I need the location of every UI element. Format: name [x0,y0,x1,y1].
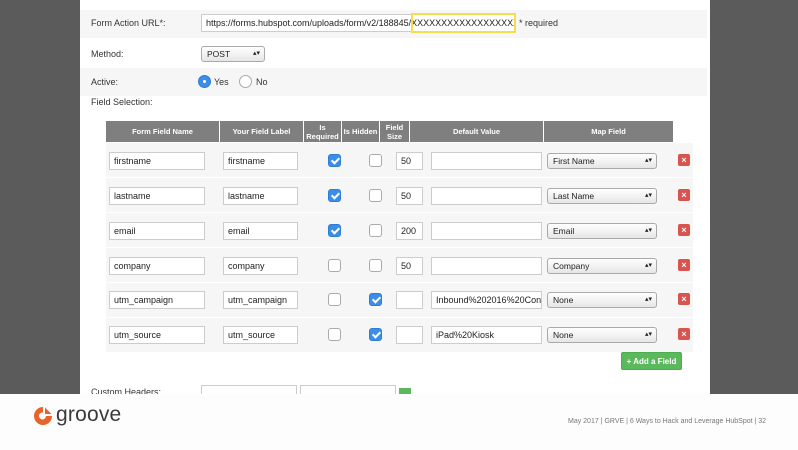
form-field-name-input[interactable]: utm_source [109,326,205,344]
method-select[interactable]: POST ▴▾ [201,46,265,62]
default-value-input[interactable] [431,257,542,275]
field-size-input[interactable]: 50 [396,187,423,205]
default-value-input[interactable]: Inbound%202016%20Conf [431,291,542,309]
groove-logo-text: groove [56,403,122,426]
header-default-value: Default Value [410,121,544,142]
default-value-input[interactable] [431,152,542,170]
is-required-checkbox[interactable] [328,259,341,272]
is-required-checkbox[interactable] [328,189,341,202]
delete-row-button[interactable]: × [678,328,690,340]
header-is-hidden: Is Hidden [342,121,380,142]
select-arrows-icon: ▴▾ [644,262,652,269]
form-field-name-input[interactable]: email [109,222,205,240]
header-is-required: Is Required [304,121,342,142]
map-field-select[interactable]: Last Name ▴▾ [547,188,657,204]
url-highlight-box [411,13,516,33]
field-label-input[interactable]: company [223,257,298,275]
is-required-checkbox[interactable] [328,328,341,341]
method-value: POST [207,49,231,59]
map-field-select[interactable]: None ▴▾ [547,292,657,308]
map-field-select[interactable]: Email ▴▾ [547,223,657,239]
is-hidden-checkbox[interactable] [369,259,382,272]
is-required-checkbox[interactable] [328,224,341,237]
active-band [80,68,707,96]
active-no-radio[interactable] [239,75,252,88]
field-selection-label: Field Selection: [91,97,153,107]
map-field-value: Email [553,226,575,236]
delete-row-button[interactable]: × [678,259,690,271]
map-field-select[interactable]: First Name ▴▾ [547,153,657,169]
form-field-name-input[interactable]: firstname [109,152,205,170]
map-field-value: Company [553,261,590,271]
field-label-input[interactable]: lastname [223,187,298,205]
field-label-input[interactable]: email [223,222,298,240]
map-field-value: Last Name [553,191,595,201]
field-size-input[interactable] [396,291,423,309]
map-field-select[interactable]: None ▴▾ [547,327,657,343]
header-form-field-name: Form Field Name [106,121,220,142]
header-your-field-label: Your Field Label [220,121,304,142]
active-yes-label: Yes [214,77,229,87]
select-arrows-icon: ▴▾ [644,227,652,234]
select-arrows-icon: ▴▾ [644,192,652,199]
delete-row-button[interactable]: × [678,189,690,201]
select-arrows-icon: ▴▾ [252,50,260,57]
field-label-input[interactable]: utm_campaign [223,291,298,309]
active-label: Active: [91,77,119,87]
is-hidden-checkbox[interactable] [369,224,382,237]
default-value-input[interactable] [431,222,542,240]
delete-row-button[interactable]: × [678,224,690,236]
groove-logo-icon [34,407,52,425]
is-hidden-checkbox[interactable] [369,293,382,306]
map-field-value: None [553,295,574,305]
delete-row-button[interactable]: × [678,154,690,166]
map-field-value: None [553,330,574,340]
field-size-input[interactable] [396,326,423,344]
delete-row-button[interactable]: × [678,293,690,305]
active-yes-radio[interactable] [198,75,211,88]
select-arrows-icon: ▴▾ [644,157,652,164]
field-size-input[interactable]: 50 [396,257,423,275]
select-arrows-icon: ▴▾ [644,331,652,338]
field-label-input[interactable]: firstname [223,152,298,170]
method-label: Method: [91,49,124,59]
form-field-name-input[interactable]: company [109,257,205,275]
select-arrows-icon: ▴▾ [644,296,652,303]
header-field-size: Field Size [380,121,410,142]
header-map-field: Map Field [544,121,674,142]
map-field-value: First Name [553,156,595,166]
add-field-button[interactable]: + Add a Field [621,352,682,370]
form-panel: Form Action URL*: https://forms.hubspot.… [80,0,710,395]
field-size-input[interactable]: 50 [396,152,423,170]
is-hidden-checkbox[interactable] [369,154,382,167]
is-hidden-checkbox[interactable] [369,328,382,341]
field-label-input[interactable]: utm_source [223,326,298,344]
map-field-select[interactable]: Company ▴▾ [547,258,657,274]
footer-caption: May 2017 | GRVE | 6 Ways to Hack and Lev… [568,418,767,425]
form-field-name-input[interactable]: lastname [109,187,205,205]
form-action-label: Form Action URL*: [91,18,166,28]
required-note: * required [519,18,559,28]
default-value-input[interactable]: iPad%20Kiosk [431,326,542,344]
active-no-label: No [256,77,268,87]
is-required-checkbox[interactable] [328,154,341,167]
form-field-name-input[interactable]: utm_campaign [109,291,205,309]
is-required-checkbox[interactable] [328,293,341,306]
default-value-input[interactable] [431,187,542,205]
field-size-input[interactable]: 200 [396,222,423,240]
is-hidden-checkbox[interactable] [369,189,382,202]
